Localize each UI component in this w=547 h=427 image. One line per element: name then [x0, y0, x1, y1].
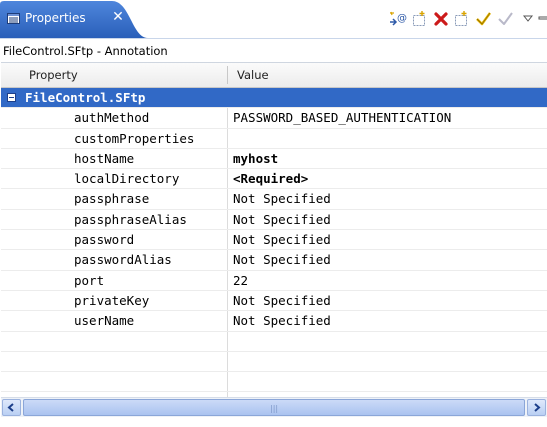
view-tab-bar: Properties ✕ @: [0, 0, 547, 39]
property-name: passphrase: [74, 191, 150, 207]
scroll-left-button[interactable]: [2, 399, 21, 416]
empty-row: [1, 352, 547, 373]
table-row[interactable]: port 22: [1, 271, 547, 291]
column-header-value[interactable]: Value: [237, 63, 269, 87]
scroll-grip: |||: [270, 404, 279, 413]
table-body: FileControl.SFtp authMethod PASSWORD_BAS…: [1, 88, 547, 393]
collapse-icon[interactable]: [7, 93, 16, 102]
property-name: port: [74, 272, 105, 288]
annotation-title: FileControl.SFtp - Annotation: [3, 44, 168, 58]
table-row[interactable]: passwordAlias Not Specified: [1, 250, 547, 271]
svg-text:@: @: [397, 13, 407, 24]
property-name: userName: [74, 313, 135, 329]
scroll-thumb[interactable]: |||: [23, 399, 525, 416]
property-value[interactable]: Not Specified: [233, 252, 331, 267]
column-header-property[interactable]: Property: [29, 63, 78, 87]
property-value[interactable]: Not Specified: [233, 313, 331, 328]
table-row[interactable]: password Not Specified: [1, 230, 547, 251]
column-resize-handle[interactable]: [227, 66, 228, 84]
insert-annotation-icon[interactable]: @: [388, 8, 408, 30]
validate-icon[interactable]: [474, 8, 494, 30]
tab-label: Properties: [25, 11, 86, 25]
refresh-icon[interactable]: [496, 8, 516, 30]
property-value[interactable]: Not Specified: [233, 293, 331, 308]
property-name: hostName: [74, 150, 135, 166]
table-row[interactable]: passphraseAlias Not Specified: [1, 210, 547, 231]
table-row[interactable]: authMethod PASSWORD_BASED_AUTHENTICATION: [1, 108, 547, 129]
minimize-icon[interactable]: [534, 8, 547, 30]
property-value[interactable]: Not Specified: [233, 232, 331, 247]
new-item-icon[interactable]: [410, 8, 430, 30]
property-name: authMethod: [74, 110, 150, 126]
property-value[interactable]: 22: [233, 273, 248, 288]
table-row[interactable]: userName Not Specified: [1, 311, 547, 332]
category-label: FileControl.SFtp: [25, 90, 146, 105]
new-item-icon-2[interactable]: [452, 8, 472, 30]
view-toolbar: @: [388, 8, 547, 30]
properties-icon: [7, 13, 20, 24]
horizontal-scrollbar[interactable]: |||: [1, 397, 547, 417]
property-name: localDirectory: [74, 171, 180, 187]
delete-icon[interactable]: [431, 8, 451, 30]
table-row[interactable]: privateKey Not Specified: [1, 291, 547, 312]
property-name: customProperties: [74, 130, 195, 146]
property-value[interactable]: myhost: [233, 151, 278, 166]
table-header: Property Value: [1, 63, 547, 88]
table-row[interactable]: hostName myhost: [1, 149, 547, 170]
table-row[interactable]: localDirectory <Required>: [1, 169, 547, 190]
property-value[interactable]: Not Specified: [233, 212, 331, 227]
chevron-right-icon: [534, 403, 541, 412]
category-row[interactable]: FileControl.SFtp: [1, 88, 547, 109]
property-value[interactable]: PASSWORD_BASED_AUTHENTICATION: [233, 110, 451, 125]
chevron-left-icon: [7, 403, 14, 412]
property-table: Property Value FileControl.SFtp authMeth…: [1, 62, 547, 397]
table-row[interactable]: passphrase Not Specified: [1, 189, 547, 210]
tab-properties[interactable]: Properties ✕: [0, 0, 148, 38]
property-value[interactable]: <Required>: [233, 171, 308, 186]
table-row[interactable]: customProperties: [1, 129, 547, 149]
property-name: privateKey: [74, 292, 150, 308]
close-icon[interactable]: ✕: [110, 9, 126, 25]
property-value[interactable]: Not Specified: [233, 191, 331, 206]
empty-row: [1, 372, 547, 393]
empty-row: [1, 332, 547, 352]
property-name: passphraseAlias: [74, 211, 187, 227]
property-name: password: [74, 232, 135, 248]
property-name: passwordAlias: [74, 252, 172, 268]
scroll-right-button[interactable]: [527, 399, 546, 416]
